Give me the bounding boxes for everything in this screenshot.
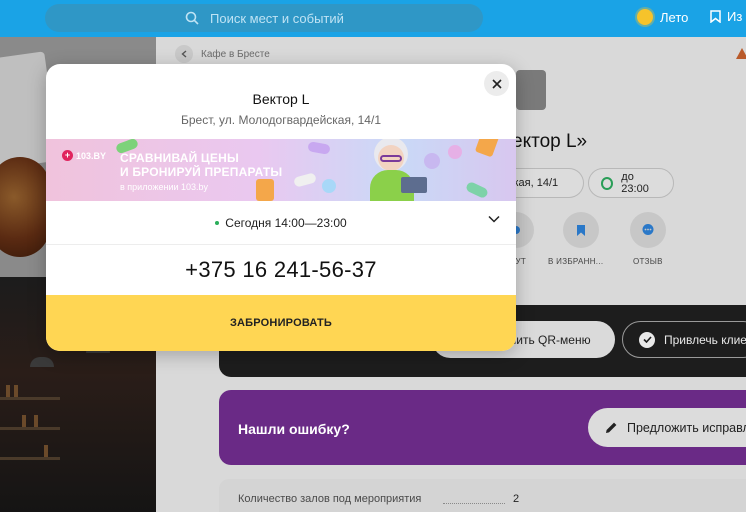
- search-placeholder: Поиск мест и событий: [210, 10, 344, 26]
- banner-logo: + 103.BY: [62, 150, 106, 161]
- breadcrumb-label: Кафе в Бресте: [201, 48, 270, 60]
- laptop-decor: [401, 177, 427, 193]
- clock-icon: [601, 176, 614, 190]
- banner-subline: в приложении 103.by: [120, 182, 209, 192]
- banner-headline-2: И БРОНИРУЙ ПРЕПАРАТЫ: [120, 165, 283, 179]
- shelf-decor: [0, 427, 60, 430]
- medicine-box-decor: [474, 139, 500, 158]
- top-bar: Поиск мест и событий Лето Из: [0, 0, 746, 37]
- info-value: 2: [513, 493, 520, 505]
- bottle-decor: [14, 385, 18, 397]
- favorites-label: Из: [727, 9, 743, 24]
- banner-logo-text: 103.BY: [76, 150, 107, 161]
- chevron-left-icon: [181, 50, 187, 58]
- banner-headline-1: СРАВНИВАЙ ЦЕНЫ: [120, 151, 239, 165]
- chevron-down-icon[interactable]: [488, 215, 500, 223]
- hours-label: Сегодня 14:00—23:00: [225, 215, 347, 230]
- book-button[interactable]: ЗАБРОНИРОВАТЬ: [46, 295, 516, 351]
- pill-decor: [307, 141, 331, 155]
- modal-address: Брест, ул. Молодогвардейская, 14/1: [180, 113, 381, 127]
- medicine-box-decor: [256, 179, 274, 201]
- bookmark-icon: [710, 10, 721, 23]
- chat-icon: [642, 224, 654, 235]
- pill-decor: [293, 172, 317, 188]
- pencil-icon: [606, 422, 617, 433]
- shelf-decor: [0, 457, 60, 460]
- favorites-link[interactable]: Из: [710, 9, 742, 24]
- suggest-fix-label: Предложить исправле: [627, 420, 746, 435]
- search-field[interactable]: Поиск мест и событий: [45, 4, 483, 32]
- review-action-label: ОТЗЫВ: [633, 257, 663, 266]
- hours-chip[interactable]: до 23:00: [588, 168, 674, 198]
- error-report-title: Нашли ошибку?: [238, 421, 350, 437]
- search-icon: [185, 11, 199, 25]
- back-button[interactable]: [175, 45, 193, 63]
- breadcrumb[interactable]: Кафе в Бресте: [175, 45, 270, 63]
- pill-decor: [322, 179, 336, 193]
- shelf-decor: [0, 397, 60, 400]
- food-photo: [0, 157, 50, 257]
- plus-icon: +: [62, 150, 73, 161]
- bottle-decor: [44, 445, 48, 457]
- close-icon: [491, 78, 502, 89]
- check-icon: [639, 331, 655, 348]
- favorite-action-label: В ИЗБРАНН...: [548, 257, 604, 266]
- pill-decor: [424, 153, 440, 169]
- bottle-decor: [6, 385, 10, 397]
- info-label: Количество залов под мероприятия: [238, 493, 422, 505]
- hours-chip-label: до 23:00: [621, 171, 649, 195]
- warning-icon: [736, 48, 746, 59]
- attract-clients-button[interactable]: Привлечь клие: [622, 321, 746, 358]
- modal-title: Вектор L: [252, 91, 310, 107]
- ad-banner[interactable]: + 103.BY СРАВНИВАЙ ЦЕНЫ И БРОНИРУЙ ПРЕПА…: [46, 139, 516, 201]
- pill-decor: [448, 145, 462, 159]
- season-label: Лето: [660, 9, 689, 25]
- venue-title: ектор L»: [512, 131, 588, 152]
- suggest-fix-button[interactable]: Предложить исправле: [588, 408, 746, 447]
- favorite-action[interactable]: [563, 212, 599, 248]
- pill-decor: [464, 180, 490, 200]
- contact-modal: Вектор L Брест, ул. Молодогвардейская, 1…: [46, 64, 516, 351]
- phone-number[interactable]: +375 16 241-56-37: [46, 257, 516, 283]
- bottle-decor: [34, 415, 38, 427]
- info-leader-dots: [443, 503, 505, 504]
- review-action[interactable]: [630, 212, 666, 248]
- lamp-decor: [30, 357, 54, 367]
- qr-menu-label: чить QR-меню: [510, 332, 591, 347]
- season-toggle[interactable]: Лето: [637, 9, 688, 25]
- venue-thumbnail[interactable]: [516, 70, 546, 110]
- bottle-decor: [22, 415, 26, 427]
- open-status-dot: [215, 220, 220, 225]
- hours-dropdown[interactable]: Сегодня 14:00—23:00: [46, 201, 516, 245]
- bookmark-icon: [577, 224, 585, 236]
- attract-clients-label: Привлечь клие: [664, 332, 746, 347]
- sun-icon: [637, 9, 653, 25]
